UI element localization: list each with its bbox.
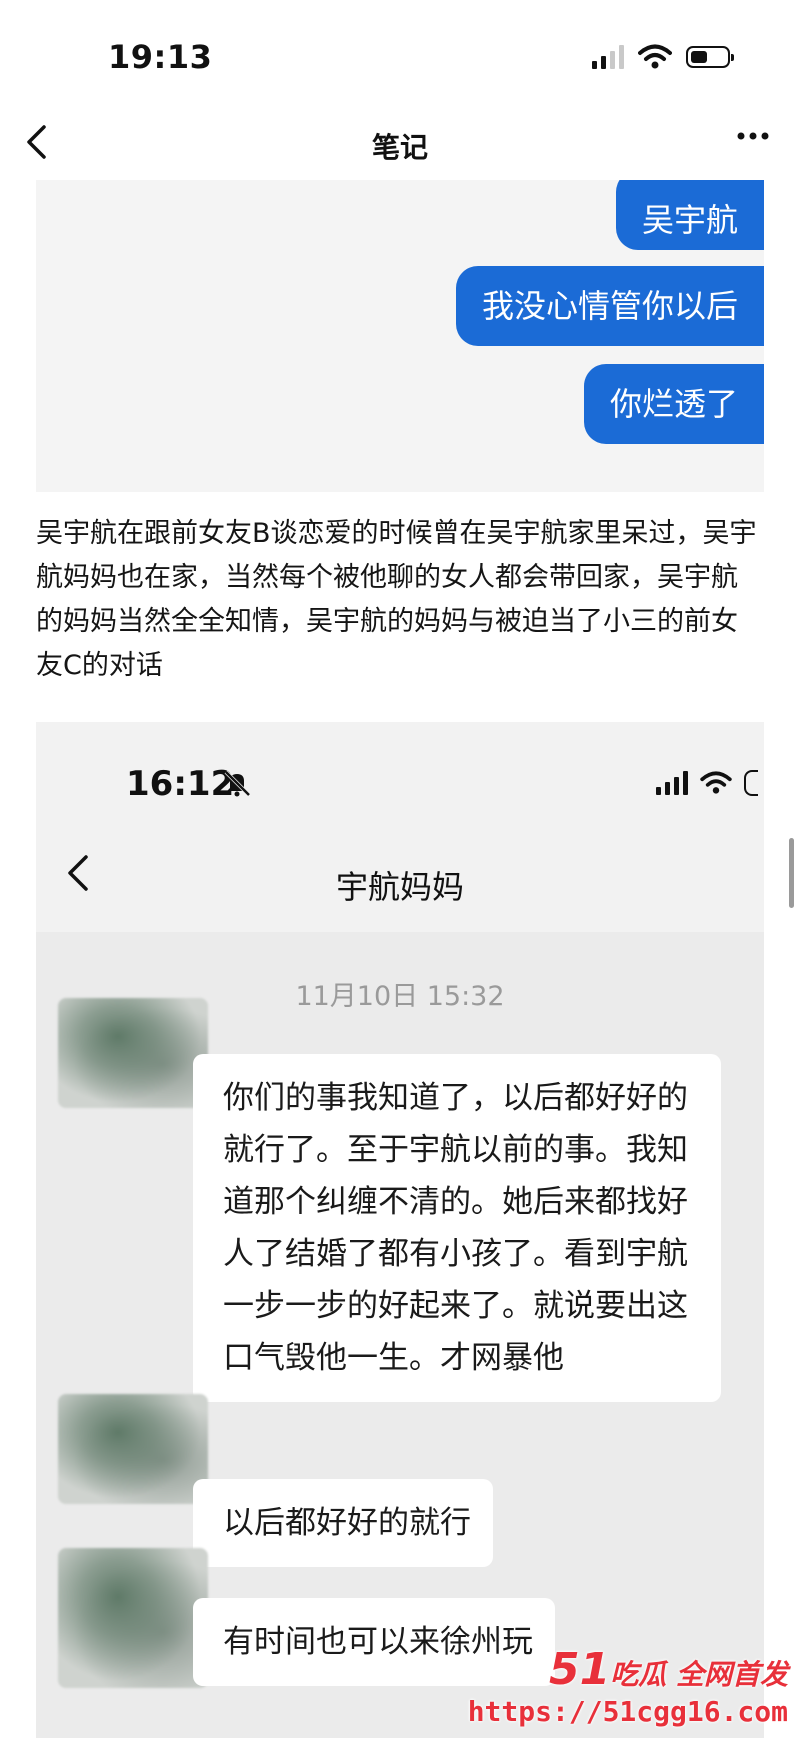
signal-icon (656, 771, 688, 795)
outgoing-message: 你烂透了 (583, 364, 764, 444)
avatar (58, 1548, 208, 1688)
scrollbar[interactable] (789, 838, 794, 908)
incoming-message: 以后都好好的就行 (193, 1479, 493, 1567)
note-text: 吴宇航在跟前女友B谈恋爱的时候曾在吴宇航家里呆过，吴宇航妈妈也在家，当然每个被他… (36, 518, 757, 681)
chat-title: 宇航妈妈 (335, 868, 464, 906)
chat-screenshot-2: 16:12 宇航妈妈 11月10日 15:32 你们的事我知道了，以后都好好的就… (36, 722, 764, 1738)
embedded-nav-bar: 宇航妈妈 (36, 832, 764, 932)
signal-icon (592, 45, 624, 69)
more-button[interactable] (736, 116, 770, 165)
incoming-message: 你们的事我知道了，以后都好好的就行了。至于宇航以前的事。我知道那个纠缠不清的。她… (193, 1054, 721, 1402)
chat-screenshot-1: 吴宇航 我没心情管你以后 你烂透了 (36, 180, 764, 492)
watermark-url: https://51cgg16.com (467, 1695, 788, 1728)
watermark: 51吃瓜 全网首发 https://51cgg16.com (468, 1644, 788, 1728)
watermark-brand-text: 吃瓜 全网首发 (610, 1658, 788, 1691)
embedded-status-bar: 16:12 (36, 722, 764, 832)
battery-icon (744, 770, 758, 796)
avatar (58, 998, 208, 1108)
embedded-status-icons (656, 770, 758, 796)
embedded-status-time: 16:12 (126, 764, 235, 804)
status-bar: 19:13 (0, 0, 800, 110)
battery-icon (686, 46, 734, 68)
page-title: 笔记 (371, 131, 428, 164)
outgoing-message: 吴宇航 (615, 180, 764, 250)
bell-muted-icon (224, 770, 251, 797)
nav-bar: 笔记 (0, 110, 800, 180)
watermark-number: 51 (549, 1644, 611, 1695)
wifi-icon (700, 771, 732, 794)
more-dots-icon (737, 132, 769, 140)
wifi-icon (638, 44, 672, 69)
status-time: 19:13 (108, 38, 213, 76)
outgoing-message: 我没心情管你以后 (455, 266, 764, 346)
avatar (58, 1394, 208, 1504)
status-icons (592, 44, 734, 70)
watermark-brand: 51吃瓜 全网首发 (468, 1644, 788, 1695)
